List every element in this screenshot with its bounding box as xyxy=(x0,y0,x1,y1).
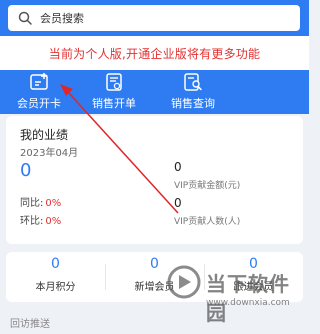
sales-order-button[interactable]: 销售开单 xyxy=(78,70,150,114)
yoy-label: 同比: xyxy=(20,198,44,209)
yoy-row: 同比: 0% xyxy=(20,194,61,209)
search-icon xyxy=(18,11,32,25)
stat-followup-label: 跟进会员 xyxy=(233,282,274,293)
vip-count-label: VIP贡献人数(人) xyxy=(174,217,241,227)
stat-points[interactable]: 0 本月积分 xyxy=(6,252,105,302)
performance-title: 我的业绩 xyxy=(20,128,69,142)
stat-points-label: 本月积分 xyxy=(35,282,76,293)
vip-count-value: 0 xyxy=(174,196,182,210)
performance-card[interactable]: 我的业绩 2023年04月 0 同比: 0% 环比: 0% 0 VIP贡献金额(元)… xyxy=(6,116,303,244)
stat-points-value: 0 xyxy=(51,256,60,272)
stats-panel: 0 本月积分 0 新增会员 0 跟进会员 xyxy=(6,252,303,302)
quick-actions: 会员开卡 销售开单 销售查询 xyxy=(0,70,309,114)
yoy-value: 0% xyxy=(45,198,62,209)
member-card-label: 会员开卡 xyxy=(17,97,61,110)
stat-new-members[interactable]: 0 新增会员 xyxy=(105,252,204,302)
vip-amount-label: VIP贡献金额(元) xyxy=(174,181,241,191)
member-card-button[interactable]: 会员开卡 xyxy=(3,70,75,114)
member-card-add-icon xyxy=(30,73,48,90)
upgrade-notice-text: 当前为个人版,开通企业版将有更多功能 xyxy=(48,46,261,61)
section-title: 回访推送 xyxy=(10,319,50,330)
sales-order-icon xyxy=(106,73,122,91)
mom-value: 0% xyxy=(45,216,62,227)
performance-date: 2023年04月 xyxy=(20,148,79,159)
mom-label: 环比: xyxy=(20,216,44,227)
stat-new-members-value: 0 xyxy=(150,256,159,272)
stat-new-members-label: 新增会员 xyxy=(134,282,175,293)
search-placeholder: 会员搜索 xyxy=(40,12,84,25)
upgrade-notice[interactable]: 当前为个人版,开通企业版将有更多功能 xyxy=(0,36,309,70)
search-input[interactable]: 会员搜索 xyxy=(8,5,300,31)
performance-value: 0 xyxy=(20,160,32,181)
vip-amount-value: 0 xyxy=(174,160,182,174)
sales-query-icon xyxy=(184,73,202,91)
sales-query-button[interactable]: 销售查询 xyxy=(157,70,229,114)
sales-query-label: 销售查询 xyxy=(171,97,215,110)
stat-followup-value: 0 xyxy=(249,256,258,272)
stat-followup-members[interactable]: 0 跟进会员 xyxy=(204,252,303,302)
mom-row: 环比: 0% xyxy=(20,212,61,227)
sales-order-label: 销售开单 xyxy=(92,97,136,110)
